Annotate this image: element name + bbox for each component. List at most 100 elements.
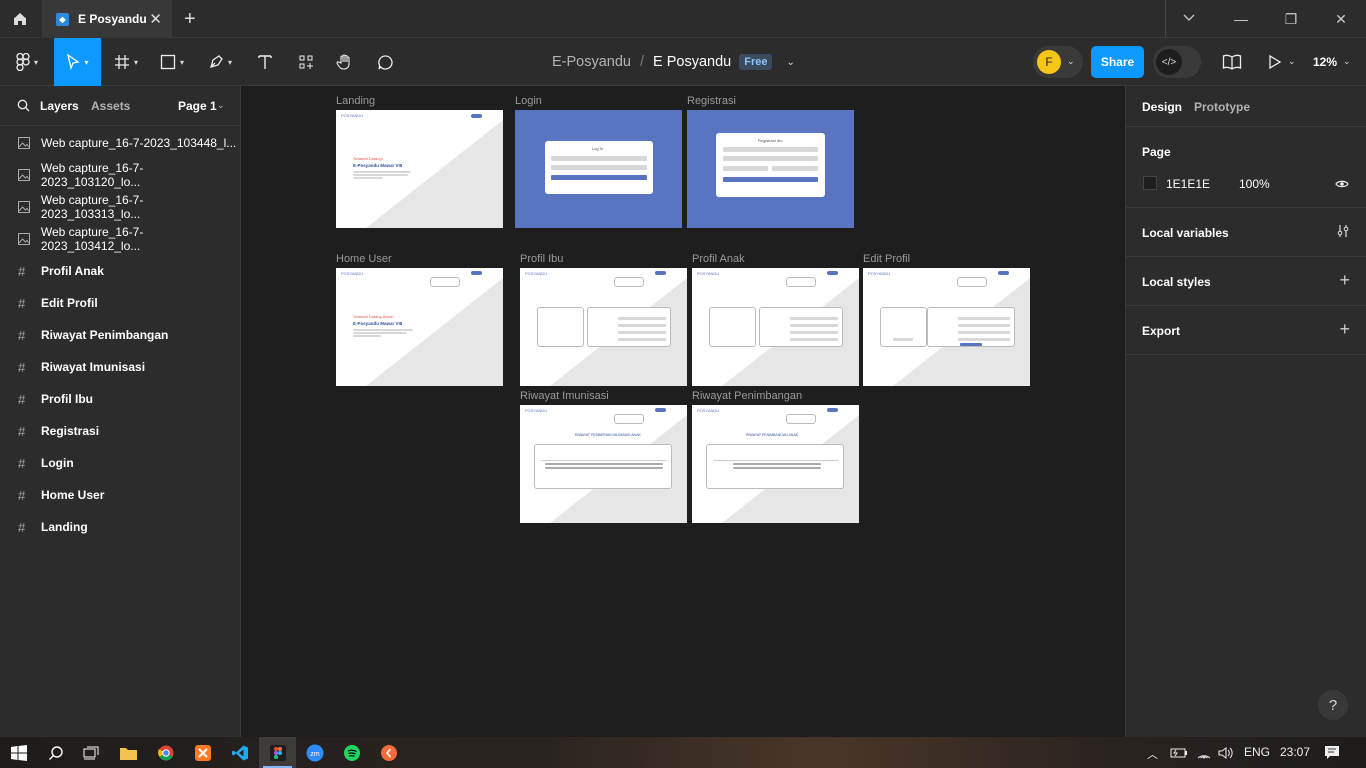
- page-opacity-value[interactable]: 100%: [1239, 177, 1270, 191]
- volume-icon[interactable]: [1218, 746, 1234, 765]
- minimize-button[interactable]: —: [1216, 0, 1266, 38]
- eye-icon[interactable]: [1335, 177, 1349, 195]
- new-tab-button[interactable]: +: [184, 8, 196, 31]
- frame-label[interactable]: Registrasi: [687, 95, 736, 107]
- layer-item[interactable]: Web capture_16-7-2023_103313_lo...: [0, 191, 241, 223]
- taskbar-app-xampp[interactable]: [184, 737, 221, 768]
- frame-label[interactable]: Profil Anak: [692, 253, 745, 265]
- tab-assets[interactable]: Assets: [91, 99, 130, 113]
- layer-item[interactable]: # Riwayat Penimbangan: [0, 319, 241, 351]
- frame-label[interactable]: Riwayat Penimbangan: [692, 390, 802, 402]
- language-indicator[interactable]: ENG: [1244, 745, 1270, 759]
- search-button[interactable]: [37, 737, 74, 768]
- main-menu-button[interactable]: ▾: [6, 38, 48, 86]
- frame-home-user[interactable]: POSYANDU Selamat Datang Ahlak! E-Posyand…: [336, 268, 503, 386]
- taskbar-app-chrome[interactable]: [147, 737, 184, 768]
- pen-tool[interactable]: ▾: [198, 38, 242, 86]
- frame-landing[interactable]: POSYANDU Selamat Datang! E-Posyandu Mawa…: [336, 110, 503, 228]
- layer-item[interactable]: # Riwayat Imunisasi: [0, 351, 241, 383]
- chevron-up-icon[interactable]: ︿: [1147, 746, 1158, 762]
- text-tool[interactable]: [250, 38, 280, 86]
- help-button[interactable]: ?: [1318, 690, 1348, 720]
- local-variables-section[interactable]: Local variables: [1126, 208, 1366, 257]
- local-styles-section[interactable]: Local styles +: [1126, 257, 1366, 306]
- layer-item[interactable]: Web capture_16-7-2023_103448_l...: [0, 127, 241, 159]
- dev-mode-toggle[interactable]: </>: [1153, 46, 1201, 78]
- layer-item[interactable]: # Profil Anak: [0, 255, 241, 287]
- layer-item[interactable]: Web capture_16-7-2023_103412_lo...: [0, 223, 241, 255]
- task-view-button[interactable]: [72, 737, 109, 768]
- frame-label[interactable]: Home User: [336, 253, 392, 265]
- frame-label[interactable]: Profil Ibu: [520, 253, 563, 265]
- chevron-down-icon[interactable]: ⌄: [217, 100, 225, 111]
- layer-item[interactable]: # Landing: [0, 511, 241, 543]
- frame-label[interactable]: Riwayat Imunisasi: [520, 390, 609, 402]
- zoom-level[interactable]: 12%: [1313, 55, 1337, 69]
- file-name[interactable]: E Posyandu: [653, 54, 731, 70]
- frame-riwayat-penimbangan[interactable]: POSYANDU RIWAYAT PENIMBANGAN ANAK: [692, 405, 859, 523]
- move-tool[interactable]: ▾: [54, 38, 101, 86]
- layer-item[interactable]: # Home User: [0, 479, 241, 511]
- close-tab-icon[interactable]: ✕: [149, 10, 162, 28]
- share-button[interactable]: Share: [1091, 46, 1144, 78]
- variables-icon[interactable]: [1336, 224, 1350, 243]
- tab-layers[interactable]: Layers: [40, 99, 79, 113]
- figma-logo-icon: [16, 53, 30, 71]
- frame-login[interactable]: Log In: [515, 110, 682, 228]
- page-color-value[interactable]: 1E1E1E: [1166, 177, 1210, 191]
- taskbar-app-vscode[interactable]: [221, 737, 258, 768]
- chevron-down-icon[interactable]: ⌄: [1343, 56, 1351, 67]
- frame-edit-profil[interactable]: POSYANDU: [863, 268, 1030, 386]
- battery-icon[interactable]: [1170, 746, 1188, 764]
- paragraph-line: [353, 329, 413, 331]
- diagonal-background: [366, 278, 503, 386]
- close-window-button[interactable]: ✕: [1316, 0, 1366, 38]
- plus-icon[interactable]: +: [1339, 270, 1350, 291]
- shape-tool[interactable]: ▾: [152, 38, 192, 86]
- present-button[interactable]: [1268, 54, 1282, 75]
- tab-prototype[interactable]: Prototype: [1194, 100, 1250, 114]
- layer-item[interactable]: # Registrasi: [0, 415, 241, 447]
- frame-tool[interactable]: ▾: [106, 38, 146, 86]
- export-section[interactable]: Export +: [1126, 306, 1366, 355]
- chevron-down-icon[interactable]: ⌄: [786, 57, 794, 68]
- avatar[interactable]: F: [1037, 50, 1061, 74]
- comment-tool[interactable]: [370, 38, 400, 86]
- tab-design[interactable]: Design: [1142, 100, 1182, 114]
- hand-tool[interactable]: [330, 38, 360, 86]
- taskbar-app-zoom[interactable]: zm: [296, 737, 333, 768]
- frame-label[interactable]: Login: [515, 95, 542, 107]
- taskbar-app-figma[interactable]: [259, 737, 296, 768]
- frame-riwayat-imunisasi[interactable]: POSYANDU RIWAYAT PEMBERIAN IMUNISASI ANA…: [520, 405, 687, 523]
- wifi-icon[interactable]: [1196, 746, 1212, 765]
- layer-item[interactable]: Web capture_16-7-2023_103120_lo...: [0, 159, 241, 191]
- taskbar-app-explorer[interactable]: [110, 737, 147, 768]
- taskbar-app-spotify[interactable]: [333, 737, 370, 768]
- page-selector[interactable]: Page 1: [178, 99, 217, 113]
- clock[interactable]: 23:07: [1280, 745, 1310, 759]
- chevron-down-icon[interactable]: ⌄: [1067, 56, 1075, 67]
- plus-icon[interactable]: +: [1339, 319, 1350, 340]
- search-icon[interactable]: [17, 99, 30, 117]
- chevron-down-icon[interactable]: ⌄: [1288, 56, 1296, 67]
- resources-tool[interactable]: [290, 38, 322, 86]
- project-name[interactable]: E-Posyandu: [552, 54, 631, 70]
- layer-item[interactable]: # Login: [0, 447, 241, 479]
- frame-profil-anak[interactable]: POSYANDU: [692, 268, 859, 386]
- browser-tab[interactable]: ◆ E Posyandu ✕: [42, 0, 172, 38]
- frame-registrasi[interactable]: Registrasi Ibu: [687, 110, 854, 228]
- notification-icon[interactable]: [1324, 745, 1340, 765]
- design-canvas[interactable]: Landing POSYANDU Selamat Datang! E-Posya…: [242, 86, 1124, 737]
- taskbar-app-extra[interactable]: [370, 737, 407, 768]
- maximize-button[interactable]: ❐: [1266, 0, 1316, 38]
- windows-start-button[interactable]: [0, 737, 37, 768]
- home-button[interactable]: [0, 0, 40, 38]
- chevron-down-icon[interactable]: [1182, 10, 1196, 29]
- page-color-swatch[interactable]: [1143, 176, 1157, 190]
- layer-item[interactable]: # Profil Ibu: [0, 383, 241, 415]
- layer-item[interactable]: # Edit Profil: [0, 287, 241, 319]
- frame-label[interactable]: Edit Profil: [863, 253, 910, 265]
- frame-profil-ibu[interactable]: POSYANDU: [520, 268, 687, 386]
- library-button[interactable]: [1222, 54, 1242, 75]
- frame-label[interactable]: Landing: [336, 95, 375, 107]
